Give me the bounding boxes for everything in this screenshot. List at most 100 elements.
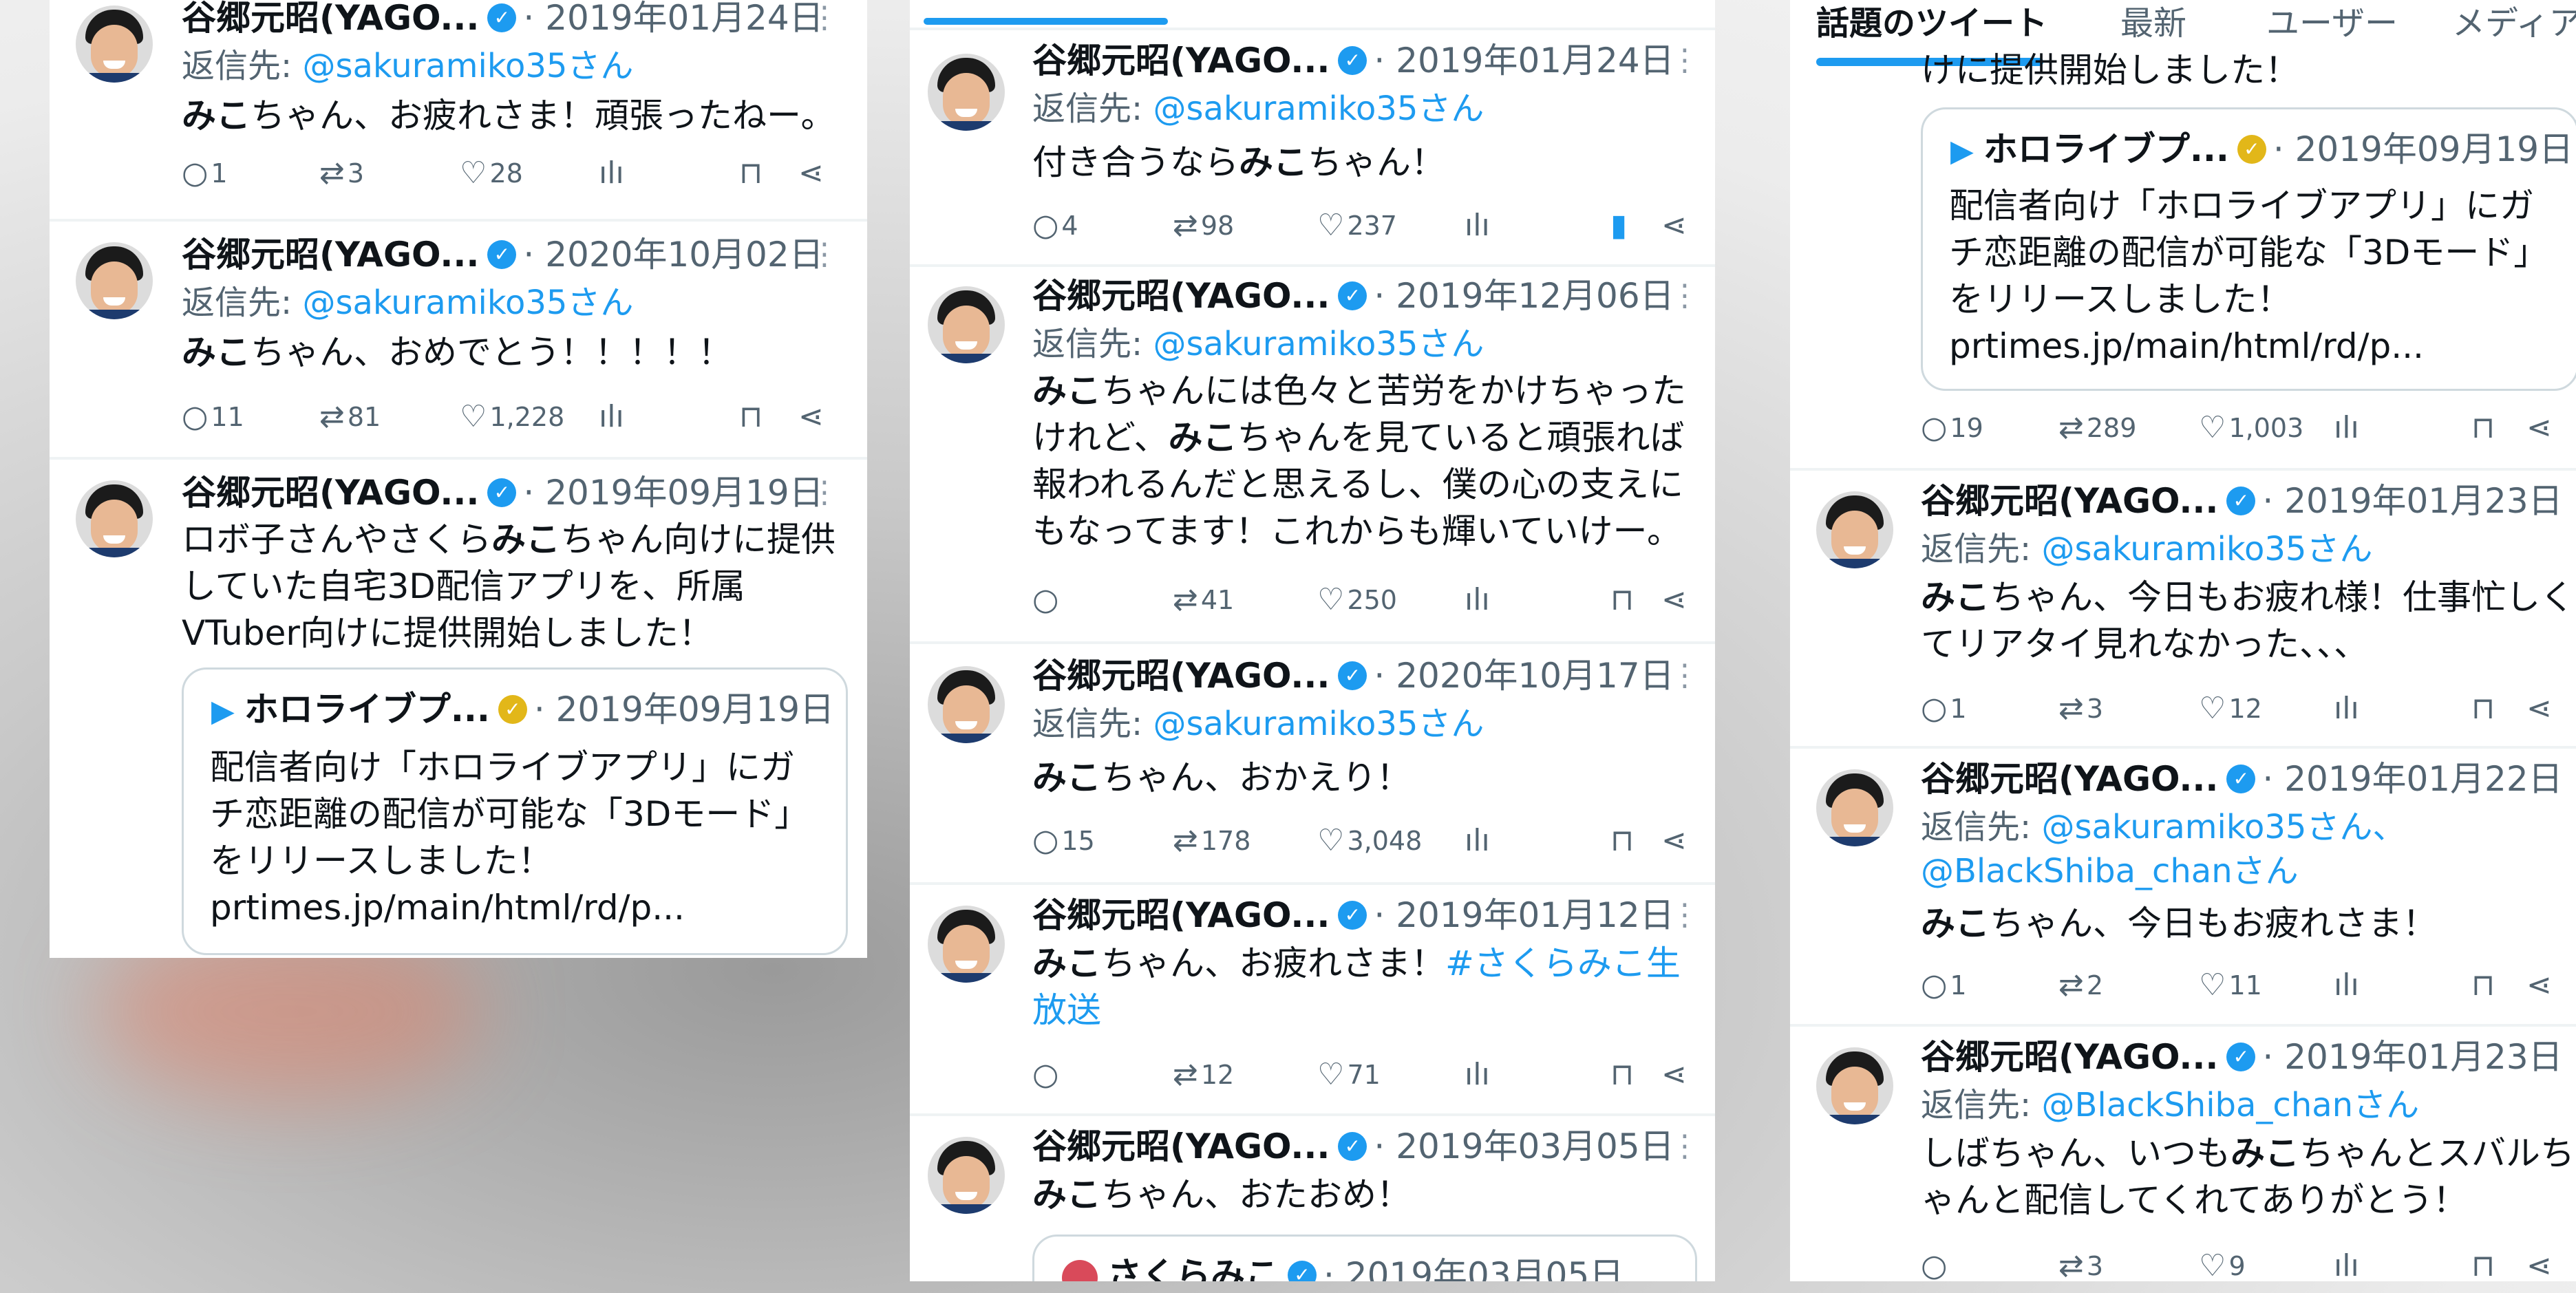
reply-button[interactable]: ○ 15 — [1032, 822, 1095, 860]
tweet-date[interactable]: · 2019年01月22日 — [2262, 759, 2562, 799]
bookmark-button[interactable]: ⊓ — [2471, 690, 2498, 728]
reply-button[interactable]: ○ 11 — [182, 398, 244, 436]
avatar[interactable] — [76, 480, 153, 557]
reply-button[interactable]: ○ 1 — [1921, 966, 1967, 1005]
tweet-date[interactable]: · 2019年09月19日 — [523, 473, 823, 513]
share-button[interactable]: ⋖ — [2526, 409, 2555, 447]
more-icon[interactable]: ⋮ — [1670, 654, 1700, 698]
author-name[interactable]: 谷郷元昭(YAGO... — [1921, 481, 2218, 521]
retweet-button[interactable]: ⇄ 2 — [2058, 966, 2103, 1005]
tweet[interactable]: 谷郷元昭(YAGO... ✓ · 2019年03月05日 ⋮ みこちゃん、おたおめ！… — [910, 1116, 1715, 1281]
author-name[interactable]: 谷郷元昭(YAGO... — [1921, 1037, 2218, 1077]
like-button[interactable]: ♡ 11 — [2199, 966, 2262, 1005]
tweet-date[interactable]: · 2019年01月12日 — [1374, 895, 1674, 935]
avatar[interactable] — [928, 906, 1005, 983]
author-name[interactable]: 谷郷元昭(YAGO... — [1032, 656, 1330, 696]
reply-button[interactable]: ○ — [1032, 581, 1061, 619]
like-button[interactable]: ♡ 3,048 — [1317, 822, 1422, 860]
retweet-button[interactable]: ⇄ 3 — [2058, 1247, 2103, 1281]
tweet[interactable]: 谷郷元昭(YAGO... ✓ · 2019年12月06日 ⋮ 返信先: @sakur… — [910, 264, 1715, 644]
views-button[interactable]: ılı — [1465, 1056, 1493, 1094]
bookmark-button[interactable]: ▮ — [1610, 206, 1630, 245]
reply-button[interactable]: ○ — [1921, 1247, 1950, 1281]
tweet[interactable]: 谷郷元昭(YAGO... ✓ · 2019年01月23日 返信先: @sakuram… — [1790, 471, 2576, 749]
tweet-date[interactable]: · 2019年01月24日 — [523, 0, 823, 38]
more-icon[interactable]: ⋮ — [1670, 1124, 1700, 1168]
bookmark-button[interactable]: ⊓ — [1610, 1056, 1637, 1094]
tweet-date[interactable]: · 2019年01月23日 — [2262, 1037, 2562, 1077]
tab-media[interactable]: メディア — [2452, 0, 2576, 47]
views-button[interactable]: ılı — [1465, 822, 1493, 860]
views-button[interactable]: ılı — [2334, 690, 2362, 728]
reply-button[interactable]: ○ 1 — [1921, 690, 1967, 728]
retweet-button[interactable]: ⇄ 41 — [1173, 581, 1234, 619]
views-button[interactable]: ılı — [2334, 966, 2362, 1005]
share-button[interactable]: ⋖ — [1661, 1056, 1690, 1094]
views-button[interactable]: ılı — [2334, 1247, 2362, 1281]
avatar[interactable] — [928, 666, 1005, 743]
share-button[interactable]: ⋖ — [1661, 206, 1690, 245]
share-button[interactable]: ⋖ — [2526, 690, 2555, 728]
tweet[interactable]: 谷郷元昭(YAGO... ✓ · 2019年01月12日 ⋮ みこちゃん、お疲れさま… — [910, 885, 1715, 1116]
share-button[interactable]: ⋖ — [798, 154, 827, 193]
tweet-date[interactable]: · 2019年03月05日 — [1374, 1126, 1674, 1166]
retweet-button[interactable]: ⇄ 289 — [2058, 409, 2136, 447]
tweet[interactable]: 谷郷元昭(YAGO... ✓ · 2020年10月02日 ⋮ 返信先: @sakur… — [50, 222, 867, 460]
tweet-date[interactable]: · 2020年10月17日 — [1374, 656, 1674, 696]
reply-handle[interactable]: @sakuramiko35さん — [1153, 705, 1484, 743]
more-icon[interactable]: ⋮ — [1670, 39, 1700, 83]
more-icon[interactable]: ⋮ — [809, 233, 840, 277]
reply-handle[interactable]: @sakuramiko35さん、 — [2041, 808, 2405, 846]
tab-users[interactable]: ユーザー — [2266, 0, 2398, 47]
author-name[interactable]: 谷郷元昭(YAGO... — [182, 473, 479, 513]
share-button[interactable]: ⋖ — [798, 398, 827, 436]
avatar[interactable] — [76, 242, 153, 319]
bookmark-button[interactable]: ⊓ — [739, 398, 765, 436]
like-button[interactable]: ♡ 1,003 — [2199, 409, 2303, 447]
like-button[interactable]: ♡ 12 — [2199, 690, 2262, 728]
author-name[interactable]: 谷郷元昭(YAGO... — [1032, 276, 1330, 316]
reply-button[interactable]: ○ 1 — [182, 154, 228, 193]
author-name[interactable]: 谷郷元昭(YAGO... — [182, 235, 479, 275]
retweet-button[interactable]: ⇄ 178 — [1173, 822, 1250, 860]
tweet-date[interactable]: · 2020年10月02日 — [523, 235, 823, 275]
reply-handle[interactable]: @sakuramiko35さん — [1153, 325, 1484, 363]
views-button[interactable]: ılı — [2334, 409, 2362, 447]
bookmark-button[interactable]: ⊓ — [2471, 966, 2498, 1005]
views-button[interactable]: ılı — [1465, 206, 1493, 245]
author-name[interactable]: 谷郷元昭(YAGO... — [1032, 41, 1330, 81]
bookmark-button[interactable]: ⊓ — [739, 154, 765, 193]
tweet[interactable]: 谷郷元昭(YAGO... ✓ · 2019年01月23日 返信先: @BlackSh… — [1790, 1027, 2576, 1281]
like-button[interactable]: ♡ 1,228 — [460, 398, 564, 436]
reply-button[interactable]: ○ — [1032, 1056, 1061, 1094]
views-button[interactable]: ılı — [599, 154, 627, 193]
retweet-button[interactable]: ⇄ 81 — [319, 398, 381, 436]
reply-button[interactable]: ○ 4 — [1032, 206, 1078, 245]
tab-top-tweets[interactable]: 話題のツイート — [1816, 0, 2047, 47]
bookmark-button[interactable]: ⊓ — [1610, 822, 1637, 860]
avatar[interactable] — [928, 1137, 1005, 1214]
avatar[interactable] — [76, 6, 153, 83]
share-button[interactable]: ⋖ — [1661, 822, 1690, 860]
tweet[interactable]: 谷郷元昭(YAGO... ✓ · 2019年01月22日 返信先: @sakuram… — [1790, 749, 2576, 1027]
bookmark-button[interactable]: ⊓ — [2471, 1247, 2498, 1281]
tweet[interactable]: 谷郷元昭(YAGO... ✓ · 2019年01月24日 ⋮ 返信先: @sakur… — [50, 0, 867, 222]
avatar[interactable] — [1816, 1047, 1893, 1124]
author-name[interactable]: 谷郷元昭(YAGO... — [182, 0, 479, 38]
like-button[interactable]: ♡ 237 — [1317, 206, 1397, 245]
like-button[interactable]: ♡ 250 — [1317, 581, 1397, 619]
avatar[interactable] — [928, 286, 1005, 363]
avatar[interactable] — [1816, 769, 1893, 846]
quoted-tweet[interactable]: ▶ ホロライブプ... ✓ · 2019年09月19日 配信者向け「ホロライブアプリ」… — [182, 667, 848, 955]
reply-handle[interactable]: @sakuramiko35さん — [302, 47, 633, 85]
quoted-tweet[interactable]: ▶ ホロライブプ... ✓ · 2019年09月19日 配信者向け「ホロライブアプリ」… — [1921, 107, 2576, 391]
retweet-button[interactable]: ⇄ 12 — [1173, 1056, 1234, 1094]
retweet-button[interactable]: ⇄ 98 — [1173, 206, 1234, 245]
bookmark-button[interactable]: ⊓ — [1610, 581, 1637, 619]
tweet-date[interactable]: · 2019年12月06日 — [1374, 276, 1674, 316]
reply-handle[interactable]: @sakuramiko35さん — [2041, 530, 2372, 568]
more-icon[interactable]: ⋮ — [1670, 274, 1700, 318]
views-button[interactable]: ılı — [599, 398, 627, 436]
tweet[interactable]: 谷郷元昭(YAGO... ✓ · 2019年09月19日 ⋮ ロボ子さんやさくらみこ… — [50, 460, 867, 958]
author-name[interactable]: 谷郷元昭(YAGO... — [1032, 895, 1330, 935]
